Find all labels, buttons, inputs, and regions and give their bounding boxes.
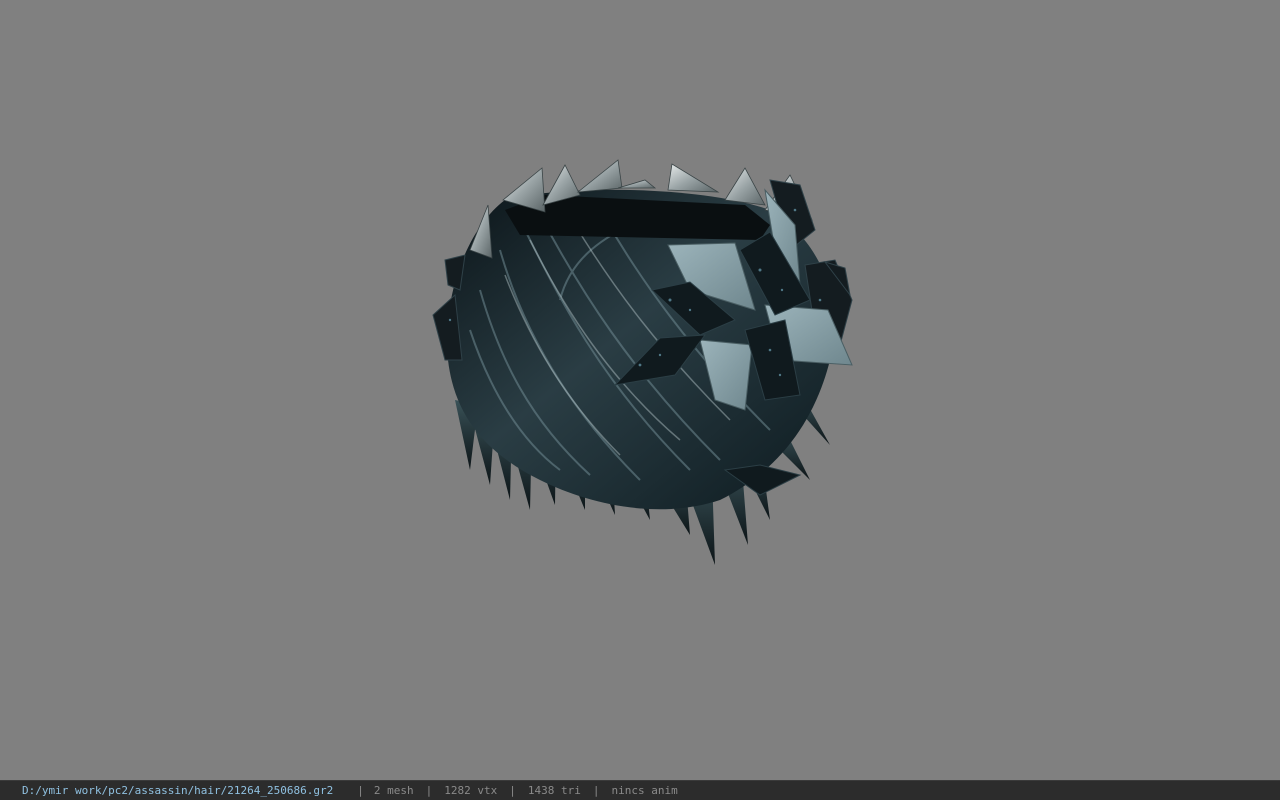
separator: | <box>357 784 364 797</box>
vertex-count: 1282 vtx <box>444 784 498 797</box>
hair-model-render[interactable] <box>0 0 1280 780</box>
anim-status: nincs anim <box>611 784 678 797</box>
separator: | <box>425 784 433 797</box>
status-bar: D:/ymir work/pc2/assassin/hair/21264_250… <box>0 780 1280 800</box>
file-path: D:/ymir work/pc2/assassin/hair/21264_250… <box>22 784 334 797</box>
mesh-count: 2 mesh <box>373 784 414 797</box>
separator: | <box>509 784 516 797</box>
triangle-count: 1438 tri <box>527 784 581 797</box>
separator: | <box>592 784 600 797</box>
3d-viewport[interactable] <box>0 0 1280 780</box>
